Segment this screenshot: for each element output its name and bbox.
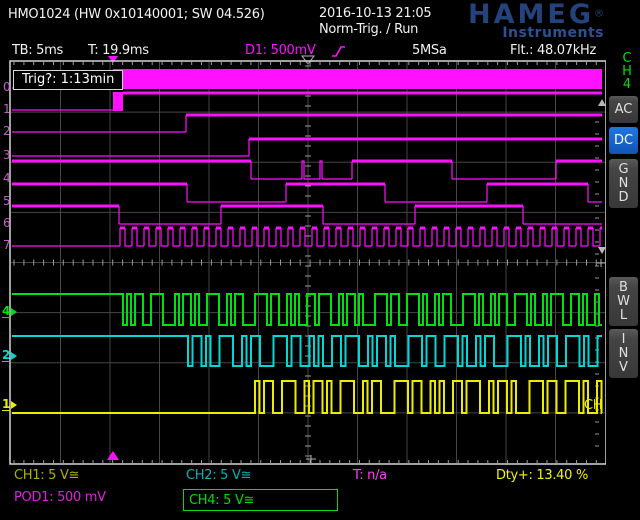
ground-marker-icon bbox=[11, 352, 17, 360]
digital-channel-6-trace bbox=[119, 206, 602, 224]
ch4-selected-badge: CH4: 5 V≅ bbox=[183, 489, 338, 511]
digital-channel-label-1: 1 bbox=[3, 102, 11, 116]
ch1-scale-readout: CH1: 5 V≅ bbox=[14, 468, 79, 483]
scroll-up-icon bbox=[598, 99, 606, 106]
digital-channel-label-3: 3 bbox=[3, 148, 11, 162]
ch2-scale-readout: CH2: 5 V≅ bbox=[186, 468, 251, 483]
trigger-time-marker-bottom-icon[interactable] bbox=[107, 451, 119, 460]
digital-channel-label-0: 0 bbox=[3, 80, 11, 94]
digital-channel-3-trace bbox=[12, 139, 249, 156]
analog-channel-4-trace bbox=[12, 294, 602, 325]
sidebar-channel-label: CH4 bbox=[620, 52, 634, 91]
sidebar-button-gnd[interactable]: GND bbox=[609, 159, 638, 208]
duty-cycle-readout: Dty+: 13.40 % bbox=[496, 468, 588, 483]
analog-channel-label-2: 2 bbox=[2, 350, 17, 362]
sidebar-button-ac[interactable]: AC bbox=[609, 96, 638, 123]
ch4-scale-readout: CH4: 5 V≅ bbox=[189, 493, 254, 508]
sidebar-button-dc[interactable]: DC bbox=[609, 127, 638, 154]
digital-channel-label-5: 5 bbox=[3, 194, 11, 208]
oscilloscope-screen: HMO1024 (HW 0x10140001; SW 04.526) 2016-… bbox=[0, 0, 640, 520]
sidebar-button-bwl[interactable]: BWL bbox=[609, 277, 638, 326]
ground-marker-icon bbox=[11, 401, 17, 409]
digital-channel-label-7: 7 bbox=[3, 238, 11, 252]
digital-channel-label-4: 4 bbox=[3, 171, 11, 185]
scroll-down-icon bbox=[598, 247, 606, 254]
trigger-measure-readout: T: n/a bbox=[353, 468, 387, 483]
digital-channel-label-2: 2 bbox=[3, 124, 11, 138]
digital-channel-7-trace bbox=[12, 228, 600, 246]
channel-popup-label: CH bbox=[584, 398, 602, 413]
softkey-sidebar: CH4 AC DC GND BWL INV bbox=[606, 0, 640, 520]
digital-0-burst bbox=[113, 69, 602, 89]
analog-channel-2-trace bbox=[12, 336, 602, 366]
digital-channel-5-trace bbox=[187, 184, 602, 202]
digital-1-burst bbox=[113, 92, 123, 111]
pod1-scale-readout: POD1: 500 mV bbox=[14, 490, 106, 505]
analog-channel-label-4: 4 bbox=[2, 306, 17, 318]
ground-marker-icon bbox=[11, 308, 17, 316]
sidebar-button-inv[interactable]: INV bbox=[609, 329, 638, 378]
digital-channel-4-trace bbox=[251, 161, 556, 179]
analog-channel-label-1: 1 bbox=[2, 399, 17, 411]
trigger-warning-badge: Trig?: 1:13min bbox=[13, 70, 123, 90]
digital-channel-label-6: 6 bbox=[3, 216, 11, 230]
